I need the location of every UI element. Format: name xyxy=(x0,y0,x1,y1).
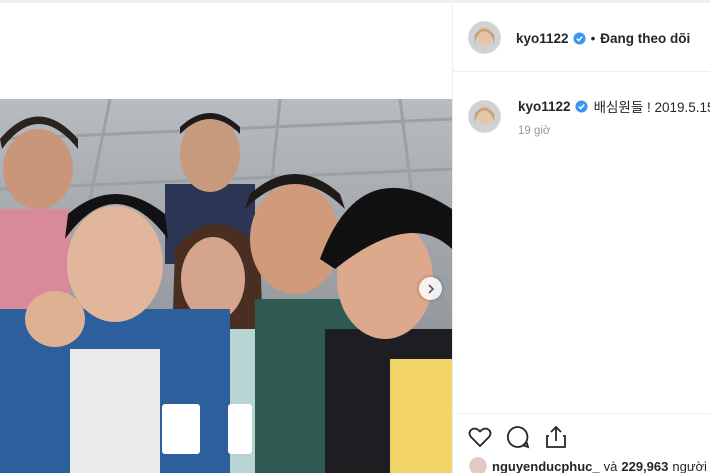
heart-icon[interactable] xyxy=(467,424,493,450)
verified-badge-icon xyxy=(573,32,586,45)
liker-avatar[interactable] xyxy=(469,457,487,473)
author-username[interactable]: kyo1122 xyxy=(516,31,569,46)
chevron-right-icon xyxy=(427,283,434,294)
caption-author-avatar[interactable] xyxy=(468,100,501,133)
comment-bubble-icon[interactable] xyxy=(505,424,531,450)
likes-conjunction: và xyxy=(603,458,618,473)
likes-count[interactable]: 229,963 xyxy=(621,459,668,473)
author-avatar[interactable] xyxy=(468,21,501,54)
share-icon[interactable] xyxy=(543,424,569,450)
following-button[interactable]: Đang theo dõi xyxy=(600,31,690,46)
likes-summary: nguyenducphuc_ và 229,963 người t xyxy=(469,457,710,473)
likes-suffix: người t xyxy=(672,458,710,473)
avatar-image xyxy=(469,101,500,132)
caption-line: kyo1122 배심원들 ! 2019.5.15 xyxy=(518,96,710,116)
caption-username[interactable]: kyo1122 xyxy=(518,99,571,114)
caption-text: 배심원들 ! 2019.5.15 xyxy=(593,100,710,115)
avatar-image xyxy=(469,22,500,53)
action-bar: nguyenducphuc_ và 229,963 người t xyxy=(453,413,710,473)
post-photo[interactable] xyxy=(0,99,452,473)
header-line: kyo1122 • Đang theo dõi xyxy=(516,31,690,46)
post-header: kyo1122 • Đang theo dõi xyxy=(453,3,710,72)
group-selfie-image xyxy=(0,99,452,473)
liker-username[interactable]: nguyenducphuc_ xyxy=(492,459,600,473)
caption-timestamp[interactable]: 19 giờ xyxy=(518,125,550,137)
comments-section: kyo1122 배심원들 ! 2019.5.15 19 giờ xyxy=(453,73,710,413)
carousel-next-button[interactable] xyxy=(419,277,442,300)
separator-dot: • xyxy=(590,31,596,46)
verified-badge-icon xyxy=(575,99,588,113)
